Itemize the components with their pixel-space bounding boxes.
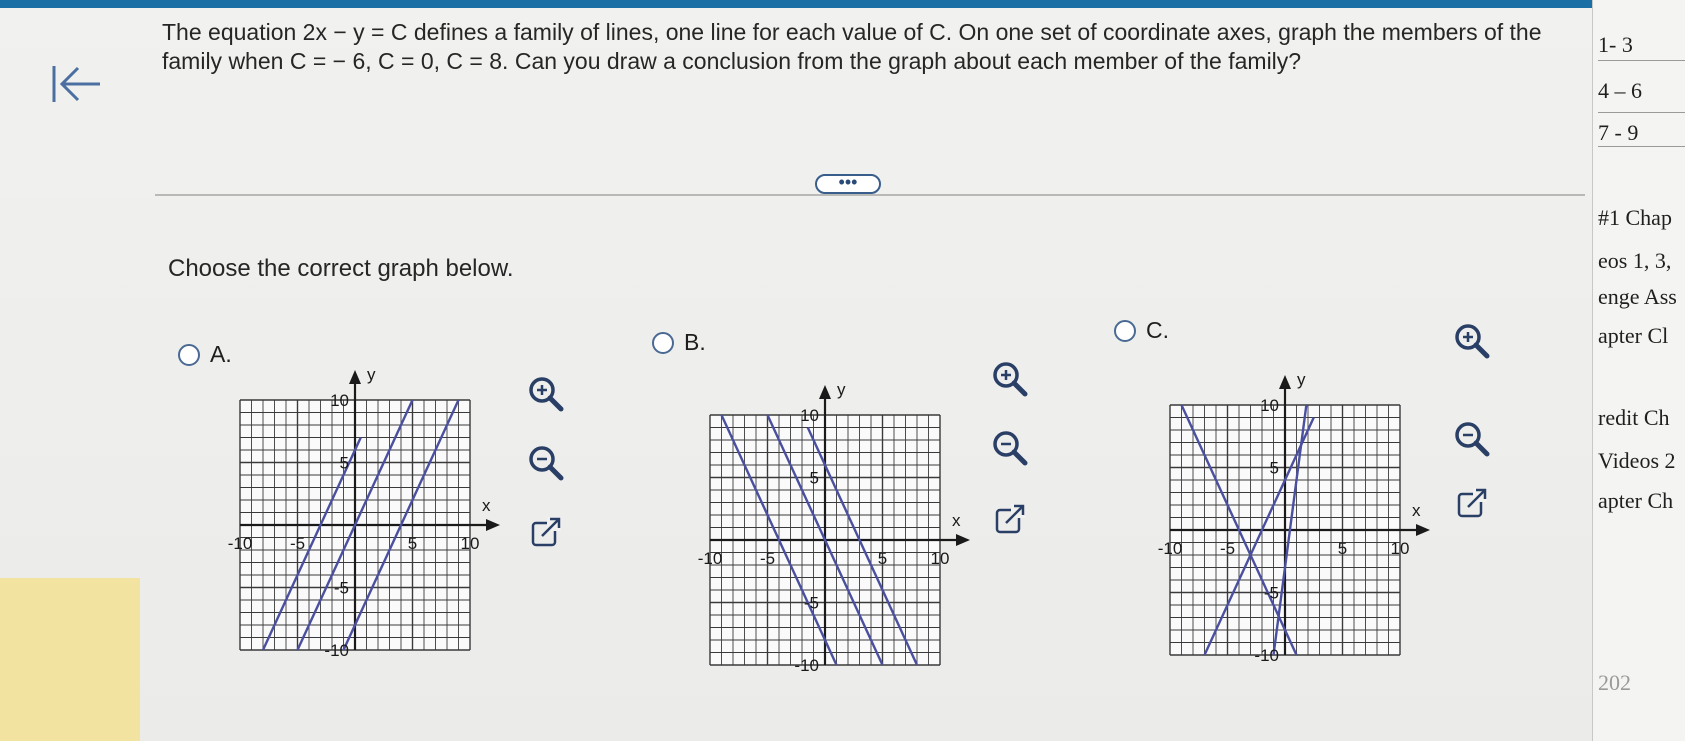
question-text: The equation 2x − y = C defines a family… xyxy=(162,19,1542,74)
right-panel-item[interactable]: #1 Chap xyxy=(1598,205,1672,231)
zoom-in-icon[interactable] xyxy=(1453,322,1491,360)
y-tick-label: -10 xyxy=(324,641,349,660)
open-external-icon[interactable] xyxy=(1453,484,1491,522)
question-screen: The equation 2x − y = C defines a family… xyxy=(0,0,1600,741)
right-panel-item[interactable]: 4 – 6 xyxy=(1598,78,1642,104)
right-panel-item[interactable]: Videos 2 xyxy=(1598,448,1676,474)
y-tick-label: 5 xyxy=(1270,459,1279,478)
right-panel-item[interactable]: eos 1, 3, xyxy=(1598,248,1671,274)
option-c-label: C. xyxy=(1146,317,1169,343)
graph-c: -10 -5 5 10 10 5 -5 -10 x y xyxy=(1140,355,1430,675)
y-axis-label: y xyxy=(1297,370,1306,389)
x-tick-label: 10 xyxy=(461,534,480,553)
x-tick-label: 5 xyxy=(878,549,887,568)
x-axis-label: x xyxy=(482,496,491,515)
open-external-icon[interactable] xyxy=(991,500,1029,538)
section-divider xyxy=(155,194,1585,196)
y-tick-label: -5 xyxy=(334,579,349,598)
right-panel-item[interactable]: enge Ass xyxy=(1598,284,1677,310)
x-tick-label: 10 xyxy=(1391,539,1410,558)
zoom-out-icon[interactable] xyxy=(991,429,1029,467)
top-accent-strip xyxy=(0,0,1600,8)
y-tick-label: 10 xyxy=(330,391,349,410)
y-tick-label: 10 xyxy=(1260,396,1279,415)
x-axis-label: x xyxy=(1412,501,1421,520)
y-tick-label: -10 xyxy=(794,656,819,675)
y-axis-label: y xyxy=(367,365,376,384)
x-axis-arrow xyxy=(956,534,970,546)
option-a-radio[interactable] xyxy=(178,343,200,366)
expand-button[interactable]: ••• xyxy=(815,173,881,194)
option-c-radio[interactable] xyxy=(1114,319,1136,342)
y-axis-arrow xyxy=(1279,375,1291,389)
option-b[interactable]: B. xyxy=(652,329,706,356)
right-panel-item[interactable]: apter Cl xyxy=(1598,323,1668,349)
right-panel-divider xyxy=(1598,60,1685,61)
back-arrow-icon[interactable] xyxy=(48,62,108,106)
zoom-out-icon[interactable] xyxy=(1453,420,1491,458)
option-c[interactable]: C. xyxy=(1114,317,1169,344)
right-panel-item[interactable]: 7 - 9 xyxy=(1598,120,1638,146)
option-b-label: B. xyxy=(684,329,706,355)
right-panel-divider xyxy=(1598,112,1685,113)
x-tick-label: -5 xyxy=(290,534,305,553)
y-tick-label: 10 xyxy=(800,406,819,425)
zoom-in-icon[interactable] xyxy=(527,375,565,413)
sticky-note xyxy=(0,578,140,741)
y-tick-label: -5 xyxy=(1264,584,1279,603)
graph-b: -10 -5 5 10 10 5 -5 -10 x y xyxy=(680,365,970,685)
y-axis-arrow xyxy=(349,370,361,384)
zoom-in-icon[interactable] xyxy=(991,360,1029,398)
x-tick-label: 5 xyxy=(1338,539,1347,558)
right-panel-item[interactable]: 1- 3 xyxy=(1598,32,1633,58)
y-axis-label: y xyxy=(837,380,846,399)
x-tick-label: 5 xyxy=(408,534,417,553)
x-tick-label: 10 xyxy=(931,549,950,568)
x-axis-arrow xyxy=(486,519,500,531)
open-external-icon[interactable] xyxy=(527,513,565,551)
x-tick-label: -10 xyxy=(228,534,253,553)
x-axis-arrow xyxy=(1416,524,1430,536)
option-b-radio[interactable] xyxy=(652,331,674,354)
right-panel-item[interactable]: redit Ch xyxy=(1598,405,1670,431)
right-panel-divider xyxy=(1598,146,1685,147)
zoom-out-icon[interactable] xyxy=(527,444,565,482)
x-axis-label: x xyxy=(952,511,961,530)
y-tick-label: 5 xyxy=(810,469,819,488)
right-panel-item: 202 xyxy=(1598,670,1631,695)
x-tick-label: -5 xyxy=(1220,539,1235,558)
x-tick-label: -5 xyxy=(760,549,775,568)
x-tick-label: -10 xyxy=(698,549,723,568)
graph-a: -10 -5 5 10 10 5 -5 -10 x y xyxy=(210,350,500,670)
y-tick-label: -10 xyxy=(1254,646,1279,665)
instruction-text: Choose the correct graph below. xyxy=(168,255,514,282)
y-tick-label: 5 xyxy=(340,454,349,473)
right-panel-item[interactable]: apter Ch xyxy=(1598,488,1673,514)
y-tick-label: -5 xyxy=(804,594,819,613)
x-tick-label: -10 xyxy=(1158,539,1183,558)
y-axis-arrow xyxy=(819,385,831,399)
